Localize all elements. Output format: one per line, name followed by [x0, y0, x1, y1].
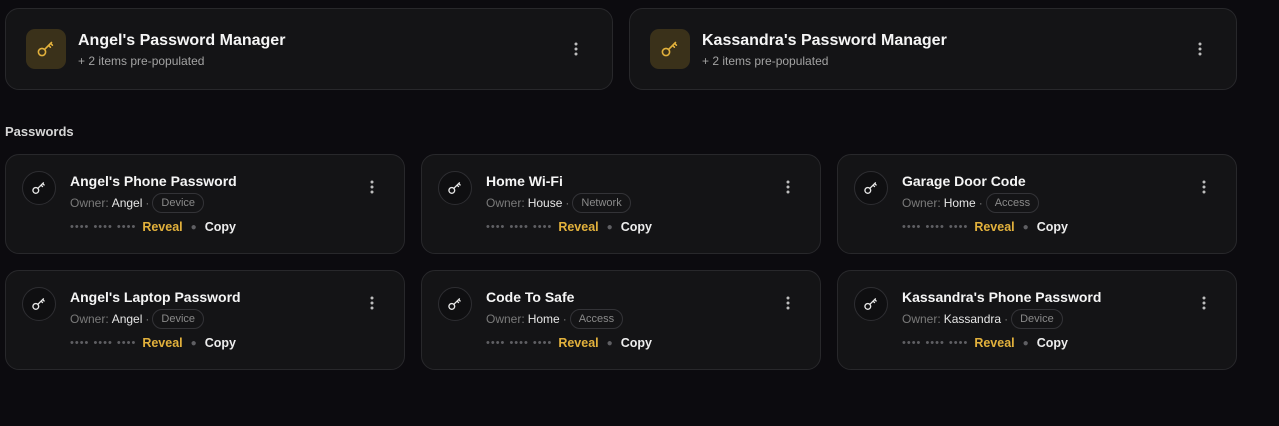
password-card[interactable]: Code To Safe Owner: Home · Access •••• •… — [421, 270, 821, 370]
more-options-icon[interactable] — [1193, 176, 1215, 198]
owner-value: Angel — [111, 196, 143, 210]
password-manager-card[interactable]: Angel's Password Manager + 2 items pre-p… — [5, 8, 613, 90]
owner-label: Owner: — [902, 196, 941, 210]
password-manager-card[interactable]: Kassandra's Password Manager + 2 items p… — [629, 8, 1237, 90]
more-options-icon[interactable] — [565, 38, 587, 60]
separator: ● — [190, 221, 197, 233]
category-badge: Device — [152, 193, 205, 213]
masked-password: •••• •••• •••• — [486, 337, 553, 349]
copy-button[interactable]: Copy — [1037, 220, 1068, 234]
owner-label: Owner: — [486, 312, 525, 326]
copy-button[interactable]: Copy — [621, 220, 652, 234]
masked-password: •••• •••• •••• — [70, 221, 137, 233]
copy-button[interactable]: Copy — [621, 336, 652, 350]
password-card[interactable]: Angel's Phone Password Owner: Angel · De… — [5, 154, 405, 254]
separator: ● — [606, 337, 613, 349]
owner-label: Owner: — [486, 196, 525, 210]
separator: ● — [1022, 221, 1029, 233]
owner-line: Owner: Angel · Device — [70, 309, 205, 329]
category-badge: Access — [985, 193, 1040, 213]
masked-password: •••• •••• •••• — [902, 221, 969, 233]
key-icon — [854, 287, 888, 321]
key-icon — [438, 287, 472, 321]
password-actions: •••• •••• •••• Reveal ● Copy — [486, 219, 652, 235]
owner-line: Owner: House · Network — [486, 193, 631, 213]
owner-label: Owner: — [70, 196, 109, 210]
password-name: Code To Safe — [486, 289, 575, 305]
separator: · — [562, 312, 567, 326]
reveal-button[interactable]: Reveal — [558, 336, 598, 350]
category-badge: Network — [572, 193, 631, 213]
password-card[interactable]: Garage Door Code Owner: Home · Access ••… — [837, 154, 1237, 254]
password-name: Angel's Phone Password — [70, 173, 237, 189]
key-icon — [22, 171, 56, 205]
key-icon — [438, 171, 472, 205]
manager-subtitle: + 2 items pre-populated — [702, 54, 829, 68]
reveal-button[interactable]: Reveal — [974, 220, 1014, 234]
owner-value: House — [527, 196, 563, 210]
password-card[interactable]: Kassandra's Phone Password Owner: Kassan… — [837, 270, 1237, 370]
copy-button[interactable]: Copy — [205, 220, 236, 234]
password-actions: •••• •••• •••• Reveal ● Copy — [486, 335, 652, 351]
key-icon — [22, 287, 56, 321]
reveal-button[interactable]: Reveal — [974, 336, 1014, 350]
reveal-button[interactable]: Reveal — [558, 220, 598, 234]
separator: · — [1004, 312, 1009, 326]
password-card[interactable]: Home Wi-Fi Owner: House · Network •••• •… — [421, 154, 821, 254]
more-options-icon[interactable] — [1193, 292, 1215, 314]
key-icon — [26, 29, 66, 69]
category-badge: Device — [1011, 309, 1063, 329]
separator: · — [978, 196, 983, 210]
password-name: Kassandra's Phone Password — [902, 289, 1102, 305]
owner-value: Home — [527, 312, 560, 326]
masked-password: •••• •••• •••• — [70, 337, 137, 349]
password-actions: •••• •••• •••• Reveal ● Copy — [70, 335, 236, 351]
more-options-icon[interactable] — [777, 292, 799, 314]
password-actions: •••• •••• •••• Reveal ● Copy — [902, 219, 1068, 235]
password-actions: •••• •••• •••• Reveal ● Copy — [70, 219, 236, 235]
password-card[interactable]: Angel's Laptop Password Owner: Angel · D… — [5, 270, 405, 370]
masked-password: •••• •••• •••• — [902, 337, 969, 349]
reveal-button[interactable]: Reveal — [142, 336, 182, 350]
owner-line: Owner: Home · Access — [902, 193, 1040, 213]
reveal-button[interactable]: Reveal — [142, 220, 182, 234]
owner-line: Owner: Kassandra · Device — [902, 309, 1063, 329]
owner-value: Angel — [111, 312, 143, 326]
password-name: Angel's Laptop Password — [70, 289, 241, 305]
separator: ● — [1022, 337, 1029, 349]
copy-button[interactable]: Copy — [1037, 336, 1068, 350]
separator: · — [145, 196, 150, 210]
password-actions: •••• •••• •••• Reveal ● Copy — [902, 335, 1068, 351]
manager-title: Kassandra's Password Manager — [702, 32, 947, 49]
owner-label: Owner: — [902, 312, 941, 326]
owner-label: Owner: — [70, 312, 109, 326]
category-badge: Access — [569, 309, 624, 329]
separator: ● — [190, 337, 197, 349]
key-icon — [650, 29, 690, 69]
owner-line: Owner: Home · Access — [486, 309, 624, 329]
key-icon — [854, 171, 888, 205]
manager-title: Angel's Password Manager — [78, 32, 286, 49]
more-options-icon[interactable] — [361, 292, 383, 314]
owner-value: Kassandra — [943, 312, 1002, 326]
category-badge: Device — [152, 309, 205, 329]
masked-password: •••• •••• •••• — [486, 221, 553, 233]
more-options-icon[interactable] — [1189, 38, 1211, 60]
password-name: Garage Door Code — [902, 173, 1026, 189]
owner-value: Home — [943, 196, 976, 210]
separator: · — [565, 196, 570, 210]
more-options-icon[interactable] — [777, 176, 799, 198]
section-title: Passwords — [5, 124, 74, 139]
owner-line: Owner: Angel · Device — [70, 193, 205, 213]
manager-subtitle: + 2 items pre-populated — [78, 54, 205, 68]
separator: · — [145, 312, 150, 326]
more-options-icon[interactable] — [361, 176, 383, 198]
separator: ● — [606, 221, 613, 233]
copy-button[interactable]: Copy — [205, 336, 236, 350]
password-name: Home Wi-Fi — [486, 173, 563, 189]
